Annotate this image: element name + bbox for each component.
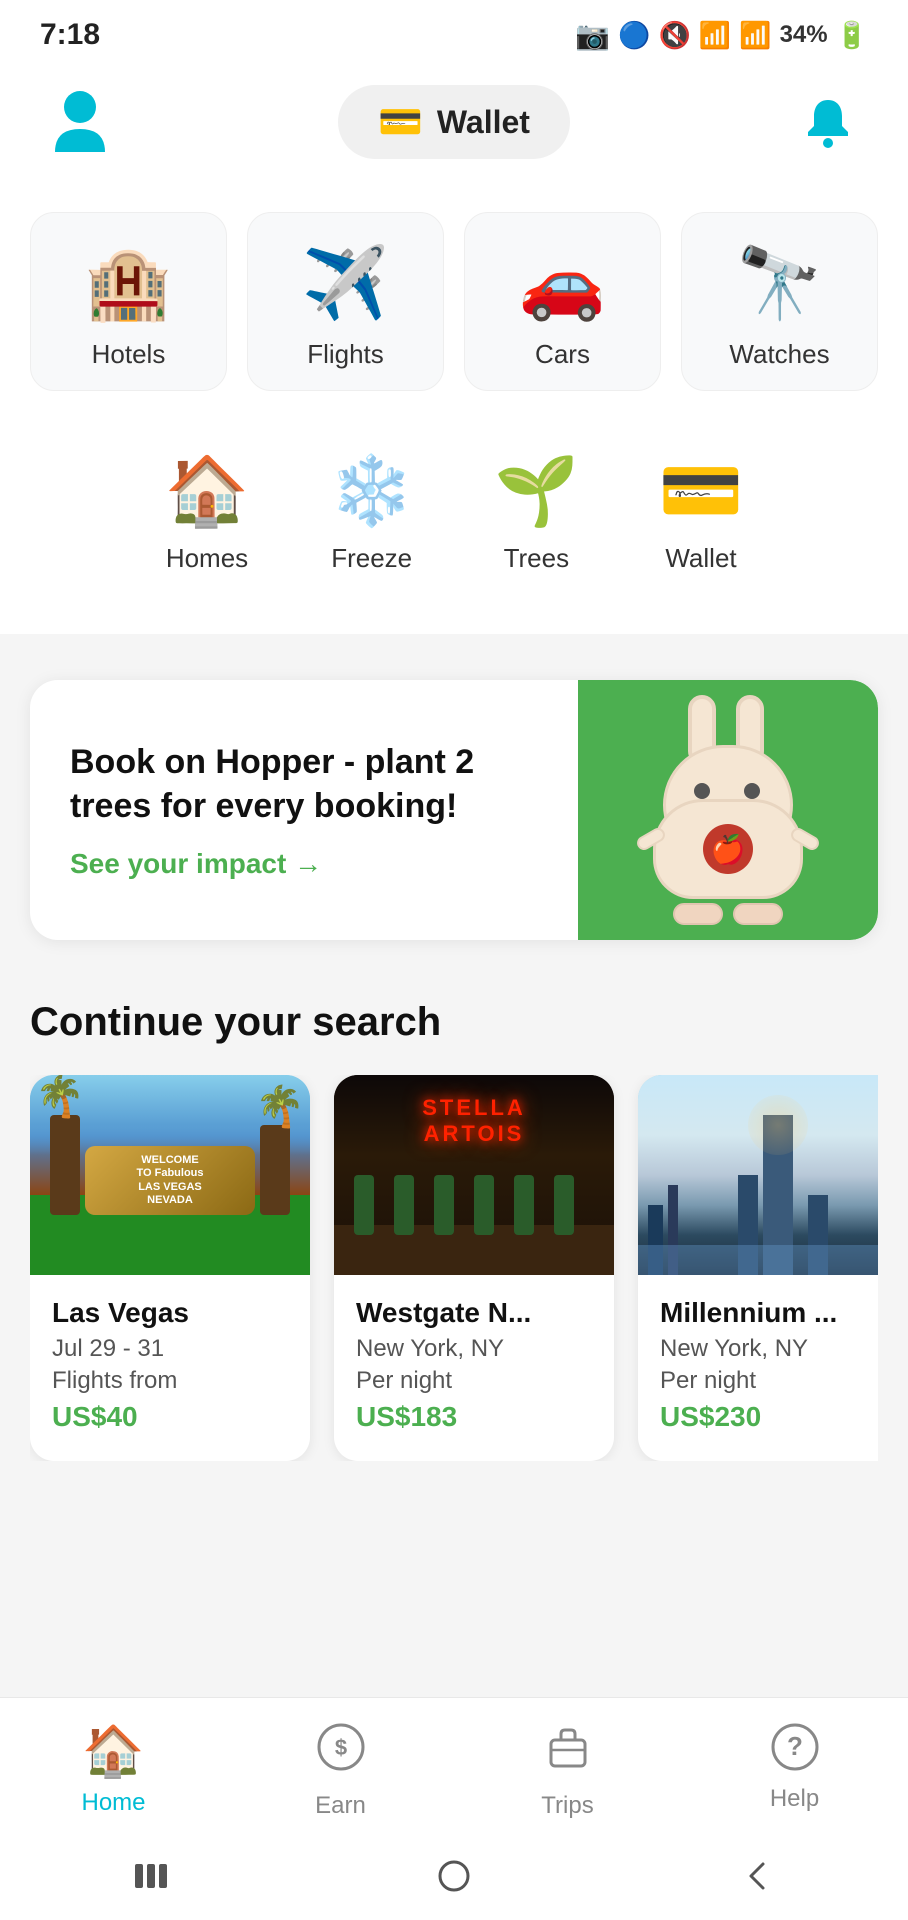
hotels-label: Hotels: [92, 339, 166, 370]
wifi-icon: 📶: [699, 20, 731, 51]
category-watches[interactable]: 🔭 Watches: [681, 212, 878, 391]
svg-text:?: ?: [787, 1731, 803, 1761]
banner-image: 🍎: [578, 680, 878, 940]
earn-nav-label: Earn: [315, 1792, 366, 1820]
system-nav-bar: [0, 1840, 908, 1920]
millennium-image: [638, 1075, 878, 1275]
millennium-desc: Per night: [660, 1367, 878, 1395]
categories-row2: 🏠 Homes ❄️ Freeze 🌱 Trees 💳 Wallet: [0, 421, 908, 634]
wallet-cat-label: Wallet: [665, 543, 736, 574]
search-card-las-vegas[interactable]: WELCOMETO FabulousLAS VEGASNEVADA 🌴 🌴 La…: [30, 1075, 310, 1461]
mute-icon: 🔇: [658, 20, 690, 51]
westgate-image: STELLAARTOIS: [334, 1075, 614, 1275]
watches-label: Watches: [729, 339, 829, 370]
nav-home[interactable]: 🏠 Home: [54, 1722, 174, 1820]
las-vegas-price: US$40: [52, 1401, 288, 1433]
millennium-card-body: Millennium ... New York, NY Per night US…: [638, 1275, 878, 1461]
search-cards-list: WELCOMETO FabulousLAS VEGASNEVADA 🌴 🌴 La…: [30, 1075, 878, 1461]
homes-label: Homes: [166, 543, 248, 574]
cars-icon: 🚗: [519, 243, 606, 325]
help-nav-icon: ?: [770, 1722, 820, 1777]
search-card-millennium[interactable]: Millennium ... New York, NY Per night US…: [638, 1075, 878, 1461]
bunny-character: 🍎: [628, 695, 828, 925]
help-nav-label: Help: [770, 1785, 819, 1813]
westgate-price: US$183: [356, 1401, 592, 1433]
category-cars[interactable]: 🚗 Cars: [464, 212, 661, 391]
categories-row1: 🏨 Hotels ✈️ Flights 🚗 Cars 🔭 Watches: [0, 192, 908, 421]
signal-icon: 📶: [739, 20, 771, 51]
wallet-stack-icon: 💳: [378, 101, 423, 143]
banner-section: Book on Hopper - plant 2 trees for every…: [0, 650, 908, 970]
category-freeze[interactable]: ❄️ Freeze: [299, 431, 444, 594]
banner-title: Book on Hopper - plant 2 trees for every…: [70, 740, 538, 828]
las-vegas-desc: Flights from: [52, 1367, 288, 1395]
back-button[interactable]: [735, 1854, 779, 1907]
category-trees[interactable]: 🌱 Trees: [464, 431, 609, 594]
category-hotels[interactable]: 🏨 Hotels: [30, 212, 227, 391]
freeze-label: Freeze: [331, 543, 412, 574]
wallet-icon: 💳: [659, 451, 744, 531]
svg-text:$: $: [334, 1735, 346, 1760]
cars-label: Cars: [535, 339, 590, 370]
wallet-label: Wallet: [437, 104, 530, 141]
status-icons: 📷 🔵 🔇 📶 📶 34% 🔋: [575, 19, 868, 52]
profile-button[interactable]: [40, 82, 120, 162]
westgate-desc: Per night: [356, 1367, 592, 1395]
westgate-title: Westgate N...: [356, 1297, 592, 1329]
bluetooth-icon: 🔵: [618, 20, 650, 51]
battery-percent: 34%: [780, 21, 828, 49]
flights-label: Flights: [307, 339, 384, 370]
westgate-location: New York, NY: [356, 1335, 592, 1363]
trees-icon: 🌱: [494, 451, 579, 531]
banner-link[interactable]: See your impact →: [70, 848, 538, 880]
earn-nav-icon: $: [316, 1722, 366, 1784]
continue-search-title: Continue your search: [30, 1000, 878, 1045]
homes-icon: 🏠: [165, 451, 250, 531]
home-nav-label: Home: [81, 1789, 145, 1817]
banner-text: Book on Hopper - plant 2 trees for every…: [30, 700, 578, 920]
millennium-title: Millennium ...: [660, 1297, 878, 1329]
status-bar: 7:18 📷 🔵 🔇 📶 📶 34% 🔋: [0, 0, 908, 62]
las-vegas-dates: Jul 29 - 31: [52, 1335, 288, 1363]
bottom-nav: 🏠 Home $ Earn Trips ? Help: [0, 1697, 908, 1840]
trips-nav-label: Trips: [541, 1792, 593, 1820]
home-button[interactable]: [432, 1854, 476, 1907]
camera-icon: 📷: [575, 19, 610, 52]
nav-earn[interactable]: $ Earn: [281, 1722, 401, 1820]
las-vegas-title: Las Vegas: [52, 1297, 288, 1329]
millennium-price: US$230: [660, 1401, 878, 1433]
hotels-icon: 🏨: [85, 243, 172, 325]
flights-icon: ✈️: [302, 243, 389, 325]
category-wallet[interactable]: 💳 Wallet: [629, 431, 774, 594]
millennium-location: New York, NY: [660, 1335, 878, 1363]
battery-icon: 🔋: [836, 20, 868, 51]
status-time: 7:18: [40, 18, 100, 52]
menu-button[interactable]: [129, 1854, 173, 1907]
category-flights[interactable]: ✈️ Flights: [247, 212, 444, 391]
continue-search-section: Continue your search WELCOMETO FabulousL…: [0, 970, 908, 1481]
freeze-icon: ❄️: [329, 451, 414, 531]
trees-label: Trees: [504, 543, 570, 574]
nav-trips[interactable]: Trips: [508, 1722, 628, 1820]
las-vegas-card-body: Las Vegas Jul 29 - 31 Flights from US$40: [30, 1275, 310, 1461]
watches-icon: 🔭: [736, 243, 823, 325]
nav-help[interactable]: ? Help: [735, 1722, 855, 1820]
search-card-westgate[interactable]: STELLAARTOIS Westgate N... New York, NY …: [334, 1075, 614, 1461]
notification-button[interactable]: [788, 82, 868, 162]
las-vegas-image: WELCOMETO FabulousLAS VEGASNEVADA 🌴 🌴: [30, 1075, 310, 1275]
wallet-button[interactable]: 💳 Wallet: [338, 85, 570, 159]
trips-nav-icon: [543, 1722, 593, 1784]
header: 💳 Wallet: [0, 62, 908, 192]
home-nav-icon: 🏠: [82, 1722, 144, 1781]
westgate-card-body: Westgate N... New York, NY Per night US$…: [334, 1275, 614, 1461]
category-homes[interactable]: 🏠 Homes: [135, 431, 280, 594]
banner-card[interactable]: Book on Hopper - plant 2 trees for every…: [30, 680, 878, 940]
